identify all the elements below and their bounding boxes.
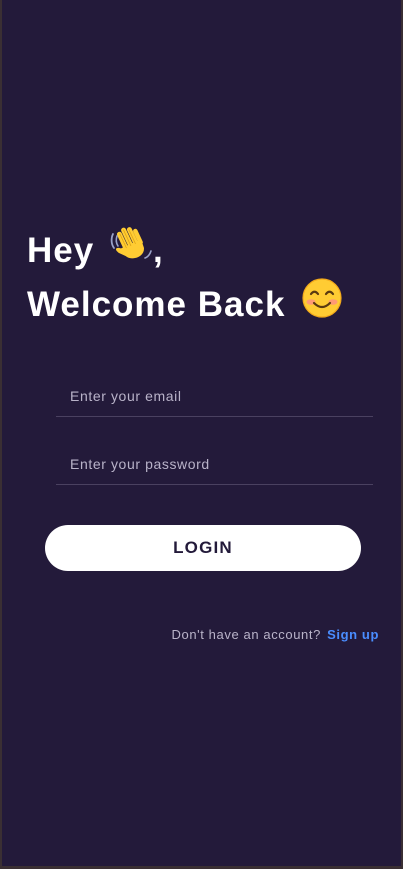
waving-hand-icon [109, 222, 153, 276]
welcome-heading: Hey , Welcome Back [27, 222, 344, 330]
greeting-text: Hey [27, 231, 95, 270]
login-screen: Hey , Welcome Back Enter your email LOGI… [2, 0, 401, 866]
password-field-container [56, 444, 373, 485]
email-field-container [56, 376, 373, 417]
signup-prompt: Don't have an account? Sign up [172, 627, 379, 642]
greeting-line: Hey , [27, 222, 344, 276]
signup-prompt-text: Don't have an account? [171, 627, 321, 642]
greeting-comma: , [152, 231, 164, 270]
email-input[interactable] [70, 384, 360, 408]
welcome-text: Welcome Back [27, 285, 286, 324]
signup-link[interactable]: Sign up [327, 627, 379, 642]
welcome-line: Welcome Back [27, 276, 344, 330]
smiling-face-icon [300, 276, 344, 330]
password-input[interactable] [70, 452, 360, 476]
login-button[interactable]: LOGIN [45, 525, 361, 571]
